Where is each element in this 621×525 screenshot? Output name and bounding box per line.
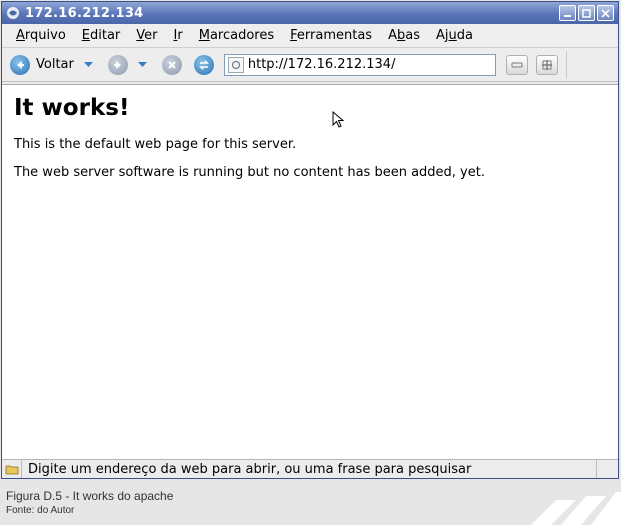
menu-bar: Arquivo Editar Ver Ir Marcadores Ferrame… <box>2 24 618 48</box>
menu-label-rest: as <box>405 28 420 43</box>
menu-label-pre: A <box>388 28 397 43</box>
stop-x-icon[interactable] <box>161 54 182 75</box>
menu-accel: b <box>396 28 406 43</box>
menu-arquivo[interactable]: Arquivo <box>8 28 74 43</box>
navigation-toolbar: Voltar http://172.16.212.134/ <box>2 48 618 82</box>
menu-accel: A <box>16 28 25 43</box>
status-text: Digite um endereço da web para abrir, ou… <box>28 461 472 477</box>
chevron-down-icon <box>84 61 94 67</box>
menu-label-rest: rquivo <box>24 28 66 43</box>
menu-label-rest: da <box>456 28 473 43</box>
menu-label-rest: ditar <box>90 28 121 43</box>
minus-icon <box>511 62 523 67</box>
title-bar[interactable]: 172.16.212.134 <box>2 2 618 24</box>
figure-caption: Figura D.5 - It works do apache Fonte: d… <box>6 489 173 516</box>
chevron-down-icon <box>138 61 148 67</box>
caption-title: Figura D.5 - It works do apache <box>6 489 174 503</box>
decorative-shapes <box>531 492 621 525</box>
forward-history-dropdown[interactable] <box>136 55 150 75</box>
back-button-label[interactable]: Voltar <box>36 57 74 72</box>
menu-ver[interactable]: Ver <box>128 28 165 43</box>
close-button[interactable] <box>597 5 614 21</box>
toolbar-separator <box>565 50 567 79</box>
page-paragraph-1: This is the default web page for this se… <box>14 137 297 152</box>
resize-grip[interactable] <box>596 460 618 478</box>
zoom-out-button[interactable] <box>505 54 528 75</box>
menu-accel: M <box>198 28 210 43</box>
window-controls <box>559 5 614 21</box>
reload-icon[interactable] <box>193 54 214 75</box>
menu-marcadores[interactable]: Marcadores <box>191 28 282 43</box>
menu-label-rest: erramentas <box>296 28 373 43</box>
window-title: 172.16.212.134 <box>25 5 144 21</box>
menu-label-rest: er <box>144 28 158 43</box>
maximize-button[interactable] <box>578 5 595 21</box>
menu-accel: V <box>136 28 145 43</box>
menu-label-rest: arcadores <box>209 28 275 43</box>
screenshot-frame: 172.16.212.134 Arquivo Editar Ver Ir Mar… <box>0 0 621 525</box>
menu-accel: F <box>290 28 297 43</box>
caption-source: Fonte: do Autor <box>6 505 75 516</box>
browser-globe-icon <box>6 6 20 20</box>
menu-ferramentas[interactable]: Ferramentas <box>282 28 380 43</box>
minimize-button[interactable] <box>559 5 576 21</box>
page-content: It works! This is the default web page f… <box>2 84 618 459</box>
menu-label-pre: Aj <box>436 28 449 43</box>
mouse-pointer-icon <box>332 110 346 133</box>
menu-ir[interactable]: Ir <box>166 28 191 43</box>
menu-editar[interactable]: Editar <box>74 28 129 43</box>
menu-ajuda[interactable]: Ajuda <box>428 28 481 43</box>
browser-window: 172.16.212.134 Arquivo Editar Ver Ir Mar… <box>1 1 619 479</box>
page-heading: It works! <box>14 95 130 121</box>
plus-icon <box>541 59 552 70</box>
folder-lock-icon <box>2 460 22 478</box>
url-bar[interactable]: http://172.16.212.134/ <box>223 53 496 76</box>
menu-abas[interactable]: Abas <box>380 28 428 43</box>
zoom-in-button[interactable] <box>535 54 558 75</box>
menu-accel: u <box>448 28 457 43</box>
url-text: http://172.16.212.134/ <box>247 57 396 72</box>
status-bar: Digite um endereço da web para abrir, ou… <box>2 459 618 478</box>
back-history-dropdown[interactable] <box>82 55 96 75</box>
menu-label-rest: r <box>177 28 183 43</box>
menu-accel: E <box>81 28 90 43</box>
page-icon <box>227 56 244 73</box>
arrow-right-icon[interactable] <box>107 54 128 75</box>
arrow-left-icon[interactable] <box>10 54 30 75</box>
page-paragraph-2: The web server software is running but n… <box>14 165 485 180</box>
